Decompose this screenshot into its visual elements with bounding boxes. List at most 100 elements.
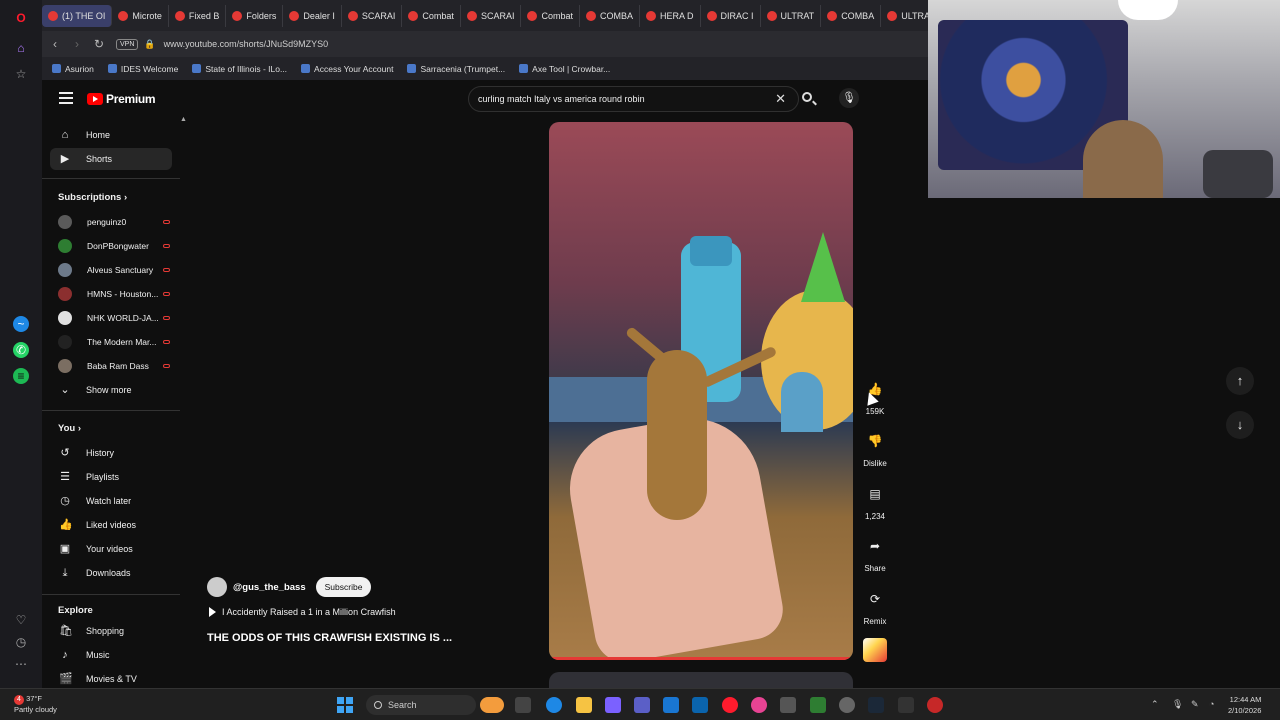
app-icon[interactable] bbox=[780, 697, 796, 713]
subscription-item[interactable]: The Modern Mar... bbox=[58, 333, 170, 351]
reload-icon[interactable]: ↻ bbox=[88, 37, 110, 51]
share-button[interactable]: ➦ Share bbox=[860, 532, 890, 573]
edge-icon[interactable] bbox=[546, 697, 562, 713]
app-icon[interactable] bbox=[898, 697, 914, 713]
video-title[interactable]: THE ODDS OF THIS CRAWFISH EXISTING IS ..… bbox=[207, 632, 452, 644]
back-icon[interactable]: ‹ bbox=[44, 37, 66, 51]
star-icon[interactable]: ☆ bbox=[13, 66, 29, 82]
bookmark-item[interactable]: Asurion bbox=[52, 64, 94, 74]
sidebar-item-music[interactable]: ♪ Music bbox=[50, 644, 172, 666]
browser-tab[interactable]: Dealer I bbox=[283, 4, 342, 27]
taskbar-search[interactable]: Search bbox=[366, 695, 476, 715]
browser-tab[interactable]: (1) THE OI bbox=[42, 4, 113, 27]
subscription-item[interactable]: Baba Ram Dass bbox=[58, 357, 170, 375]
clock[interactable]: 12:44 AM 2/10/2026 bbox=[1228, 694, 1261, 716]
steam-icon[interactable] bbox=[868, 697, 884, 713]
lock-icon[interactable]: 🔒 bbox=[144, 39, 155, 50]
settings-icon[interactable] bbox=[839, 697, 855, 713]
you-heading[interactable]: You › bbox=[58, 423, 81, 434]
browser-tab[interactable]: HERA D bbox=[640, 4, 701, 27]
messenger-icon[interactable]: ~ bbox=[13, 316, 29, 332]
sidebar-item-watch-later[interactable]: ◷ Watch later bbox=[50, 490, 172, 512]
browser-tab[interactable]: ULTRAT bbox=[881, 5, 928, 27]
app-icon[interactable] bbox=[810, 697, 826, 713]
opera-logo-icon[interactable]: O bbox=[13, 10, 29, 26]
browser-tab[interactable]: Combat bbox=[521, 4, 580, 27]
bookmark-item[interactable]: Sarracenia (Trumpet... bbox=[407, 64, 505, 74]
bookmark-item[interactable]: Axe Tool | Crowbar... bbox=[519, 64, 610, 74]
browser-tab[interactable]: SCARAI bbox=[342, 4, 403, 27]
menu-icon[interactable] bbox=[59, 92, 73, 104]
arrow-down-icon[interactable]: ↓ bbox=[1226, 411, 1254, 439]
opera-icon[interactable] bbox=[722, 697, 738, 713]
browser-tab[interactable]: Fixed B bbox=[169, 4, 227, 27]
comments-button[interactable]: ▤ 1,234 bbox=[860, 480, 890, 521]
browser-tab[interactable]: SCARAI bbox=[461, 4, 522, 27]
windows-start-icon[interactable] bbox=[337, 697, 353, 713]
browser-tab[interactable]: ULTRAT bbox=[761, 4, 822, 27]
pen-icon[interactable]: ✎ bbox=[1191, 699, 1199, 710]
channel-handle[interactable]: @gus_the_bass bbox=[233, 582, 306, 593]
whatsapp-icon[interactable]: ✆ bbox=[13, 342, 29, 358]
next-short-preview[interactable] bbox=[549, 672, 853, 688]
browser-tab[interactable]: COMBA bbox=[821, 4, 882, 27]
sidebar-item-liked-videos[interactable]: 👍 Liked videos bbox=[50, 514, 172, 536]
browser-tab[interactable]: Folders bbox=[226, 4, 284, 27]
subscriptions-heading[interactable]: Subscriptions › bbox=[58, 192, 127, 203]
history-clock-icon[interactable]: ◷ bbox=[13, 634, 29, 650]
avatar[interactable] bbox=[207, 577, 227, 597]
bookmark-item[interactable]: State of Illinois - ILo... bbox=[192, 64, 287, 74]
show-more-button[interactable]: ⌄ Show more bbox=[50, 379, 172, 401]
subscription-item[interactable]: penguinz0 bbox=[58, 213, 170, 231]
sidebar-item-your-videos[interactable]: ▣ Your videos bbox=[50, 538, 172, 560]
youtube-logo[interactable]: Premium bbox=[87, 92, 156, 106]
subscription-item[interactable]: NHK WORLD-JA... bbox=[58, 309, 170, 327]
copilot-icon[interactable] bbox=[605, 697, 621, 713]
browser-tab[interactable]: COMBA bbox=[580, 4, 640, 27]
teams-icon[interactable] bbox=[634, 697, 650, 713]
wifi-icon[interactable]: ◔ bbox=[1209, 699, 1214, 709]
vpn-badge[interactable]: VPN bbox=[116, 38, 139, 50]
task-view-icon[interactable] bbox=[515, 697, 531, 713]
sidebar-scroll-up-icon[interactable]: ▲ bbox=[180, 116, 187, 123]
app-icon[interactable] bbox=[927, 697, 943, 713]
file-explorer-icon[interactable] bbox=[576, 697, 592, 713]
browser-tab[interactable]: DIRAC I bbox=[701, 4, 761, 27]
spotify-icon[interactable]: ≡ bbox=[13, 368, 29, 384]
sidebar-item-movies-tv[interactable]: 🎬 Movies & TV bbox=[50, 668, 172, 688]
search-icon[interactable] bbox=[802, 92, 812, 102]
opera-gx-icon[interactable] bbox=[751, 697, 767, 713]
sidebar-item-home[interactable]: ⌂ Home bbox=[50, 124, 172, 146]
forward-icon[interactable]: › bbox=[66, 37, 88, 51]
subscription-item[interactable]: HMNS - Houston... bbox=[58, 285, 170, 303]
microphone-icon[interactable]: 🎙 bbox=[1172, 699, 1183, 710]
store-icon[interactable] bbox=[663, 697, 679, 713]
short-video-player[interactable] bbox=[549, 122, 853, 660]
search-input[interactable]: curling match Italy vs america round rob… bbox=[468, 86, 799, 112]
sidebar-item-downloads[interactable]: ⤓ Downloads bbox=[50, 562, 172, 584]
microphone-icon[interactable]: 🎙 bbox=[839, 88, 859, 108]
subscription-item[interactable]: Alveus Sanctuary bbox=[58, 261, 170, 279]
heart-icon[interactable]: ♡ bbox=[13, 612, 29, 628]
url-field[interactable]: www.youtube.com/shorts/JNuSd9MZYS0 bbox=[164, 39, 329, 49]
sidebar-item-shopping[interactable]: 🛍 Shopping bbox=[50, 620, 172, 642]
browser-tab[interactable]: Microte bbox=[112, 4, 169, 27]
audio-thumbnail[interactable] bbox=[863, 638, 887, 662]
remix-button[interactable]: ⟳ Remix bbox=[860, 585, 890, 626]
sidebar-item-playlists[interactable]: ☰ Playlists bbox=[50, 466, 172, 488]
weather-widget[interactable]: 4 37°F Partly cloudy bbox=[14, 694, 57, 715]
bookmark-item[interactable]: IDES Welcome bbox=[107, 64, 178, 74]
subscription-item[interactable]: DonPBongwater bbox=[58, 237, 170, 255]
audio-link[interactable]: I Accidently Raised a 1 in a Million Cra… bbox=[209, 607, 396, 617]
outlook-icon[interactable] bbox=[692, 697, 708, 713]
chevron-up-icon[interactable]: ⌃ bbox=[1151, 699, 1159, 710]
sidebar-item-shorts[interactable]: ▶ Shorts bbox=[50, 148, 172, 170]
subscribe-button[interactable]: Subscribe bbox=[315, 577, 372, 597]
more-dots-icon[interactable]: ⋯ bbox=[13, 656, 29, 672]
home-icon[interactable]: ⌂ bbox=[13, 40, 29, 56]
highlight-app-icon[interactable] bbox=[480, 697, 504, 713]
close-icon[interactable]: ✕ bbox=[775, 91, 786, 107]
arrow-up-icon[interactable]: ↑ bbox=[1226, 367, 1254, 395]
browser-tab[interactable]: Combat bbox=[402, 4, 461, 27]
video-progress-bar[interactable] bbox=[549, 657, 853, 660]
